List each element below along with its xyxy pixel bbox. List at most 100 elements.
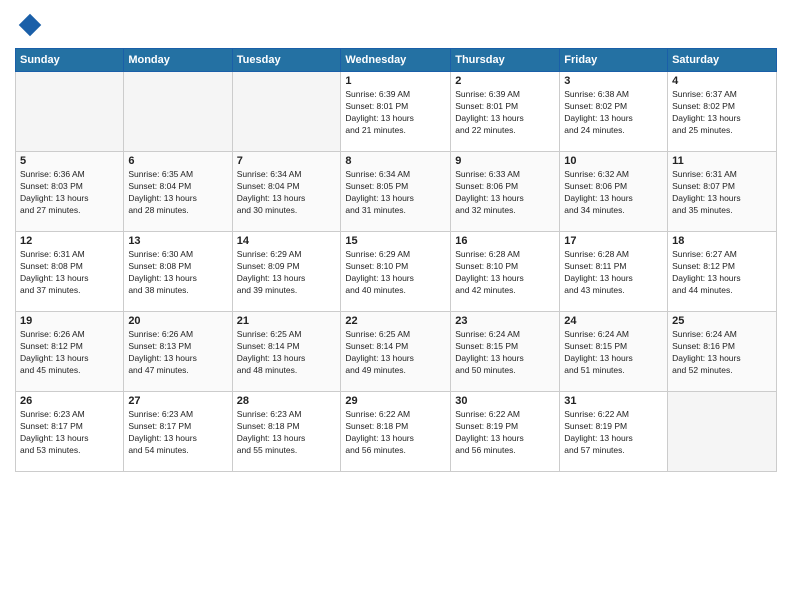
- calendar-cell: 11 Sunrise: 6:31 AM Sunset: 8:07 PM Dayli…: [668, 152, 777, 232]
- calendar-cell: 7Sunrise: 6:34 AM Sunset: 8:04 PM Daylig…: [232, 152, 341, 232]
- day-info: Sunrise: 6:39 AM Sunset: 8:01 PM Dayligh…: [345, 89, 446, 137]
- day-number: 11: [672, 155, 772, 167]
- day-number: 31: [564, 395, 663, 407]
- calendar-cell: 9 Sunrise: 6:33 AM Sunset: 8:06 PM Daylig…: [451, 152, 560, 232]
- day-info: Sunrise: 6:25 AM Sunset: 8:14 PM Dayligh…: [237, 329, 337, 377]
- calendar-week-row: 19 Sunrise: 6:26 AM Sunset: 8:12 PM Dayli…: [16, 312, 777, 392]
- day-number: 17: [564, 235, 663, 247]
- day-number: 4: [672, 75, 772, 87]
- calendar-cell: 28Sunrise: 6:23 AM Sunset: 8:18 PM Dayli…: [232, 392, 341, 472]
- day-info: Sunrise: 6:33 AM Sunset: 8:06 PM Dayligh…: [455, 169, 555, 217]
- weekday-row: SundayMondayTuesdayWednesdayThursdayFrid…: [16, 49, 777, 72]
- day-number: 12: [20, 235, 119, 247]
- calendar-cell: 30 Sunrise: 6:22 AM Sunset: 8:19 PM Dayli…: [451, 392, 560, 472]
- day-info: Sunrise: 6:30 AM Sunset: 8:08 PM Dayligh…: [128, 249, 227, 297]
- calendar-cell: 21Sunrise: 6:25 AM Sunset: 8:14 PM Dayli…: [232, 312, 341, 392]
- day-info: Sunrise: 6:34 AM Sunset: 8:05 PM Dayligh…: [345, 169, 446, 217]
- calendar-cell: 5 Sunrise: 6:36 AM Sunset: 8:03 PM Daylig…: [16, 152, 124, 232]
- day-info: Sunrise: 6:32 AM Sunset: 8:06 PM Dayligh…: [564, 169, 663, 217]
- day-number: 26: [20, 395, 119, 407]
- calendar-table: SundayMondayTuesdayWednesdayThursdayFrid…: [15, 48, 777, 472]
- day-number: 7: [237, 155, 337, 167]
- calendar-cell: 19 Sunrise: 6:26 AM Sunset: 8:12 PM Dayli…: [16, 312, 124, 392]
- day-info: Sunrise: 6:25 AM Sunset: 8:14 PM Dayligh…: [345, 329, 446, 377]
- day-number: 20: [128, 315, 227, 327]
- calendar-cell: 24 Sunrise: 6:24 AM Sunset: 8:15 PM Dayli…: [560, 312, 668, 392]
- weekday-header-tuesday: Tuesday: [232, 49, 341, 72]
- calendar-week-row: 12 Sunrise: 6:31 AM Sunset: 8:08 PM Dayli…: [16, 232, 777, 312]
- day-info: Sunrise: 6:26 AM Sunset: 8:13 PM Dayligh…: [128, 329, 227, 377]
- calendar-cell: 25 Sunrise: 6:24 AM Sunset: 8:16 PM Dayli…: [668, 312, 777, 392]
- day-info: Sunrise: 6:31 AM Sunset: 8:07 PM Dayligh…: [672, 169, 772, 217]
- day-info: Sunrise: 6:24 AM Sunset: 8:15 PM Dayligh…: [455, 329, 555, 377]
- calendar-cell: [668, 392, 777, 472]
- day-number: 1: [345, 75, 446, 87]
- calendar-cell: 27 Sunrise: 6:23 AM Sunset: 8:17 PM Dayli…: [124, 392, 232, 472]
- day-number: 13: [128, 235, 227, 247]
- calendar-cell: 17 Sunrise: 6:28 AM Sunset: 8:11 PM Dayli…: [560, 232, 668, 312]
- day-number: 5: [20, 155, 119, 167]
- day-info: Sunrise: 6:29 AM Sunset: 8:10 PM Dayligh…: [345, 249, 446, 297]
- day-number: 22: [345, 315, 446, 327]
- calendar-cell: 31 Sunrise: 6:22 AM Sunset: 8:19 PM Dayli…: [560, 392, 668, 472]
- calendar-week-row: 26 Sunrise: 6:23 AM Sunset: 8:17 PM Dayli…: [16, 392, 777, 472]
- weekday-header-monday: Monday: [124, 49, 232, 72]
- day-info: Sunrise: 6:26 AM Sunset: 8:12 PM Dayligh…: [20, 329, 119, 377]
- day-number: 9: [455, 155, 555, 167]
- calendar-week-row: 5 Sunrise: 6:36 AM Sunset: 8:03 PM Daylig…: [16, 152, 777, 232]
- calendar-cell: 1 Sunrise: 6:39 AM Sunset: 8:01 PM Daylig…: [341, 72, 451, 152]
- weekday-header-sunday: Sunday: [16, 49, 124, 72]
- day-info: Sunrise: 6:23 AM Sunset: 8:18 PM Dayligh…: [237, 409, 337, 457]
- calendar-cell: 18 Sunrise: 6:27 AM Sunset: 8:12 PM Dayli…: [668, 232, 777, 312]
- day-info: Sunrise: 6:24 AM Sunset: 8:15 PM Dayligh…: [564, 329, 663, 377]
- day-info: Sunrise: 6:22 AM Sunset: 8:18 PM Dayligh…: [345, 409, 446, 457]
- day-number: 14: [237, 235, 337, 247]
- day-info: Sunrise: 6:24 AM Sunset: 8:16 PM Dayligh…: [672, 329, 772, 377]
- day-number: 3: [564, 75, 663, 87]
- logo: [15, 10, 49, 40]
- day-number: 30: [455, 395, 555, 407]
- calendar-body: 1 Sunrise: 6:39 AM Sunset: 8:01 PM Daylig…: [16, 72, 777, 472]
- calendar-cell: 4 Sunrise: 6:37 AM Sunset: 8:02 PM Daylig…: [668, 72, 777, 152]
- weekday-header-wednesday: Wednesday: [341, 49, 451, 72]
- calendar-cell: 20 Sunrise: 6:26 AM Sunset: 8:13 PM Dayli…: [124, 312, 232, 392]
- day-info: Sunrise: 6:22 AM Sunset: 8:19 PM Dayligh…: [455, 409, 555, 457]
- page-container: SundayMondayTuesdayWednesdayThursdayFrid…: [0, 0, 792, 482]
- logo-icon: [15, 10, 45, 40]
- weekday-header-thursday: Thursday: [451, 49, 560, 72]
- day-number: 8: [345, 155, 446, 167]
- calendar-cell: 3 Sunrise: 6:38 AM Sunset: 8:02 PM Daylig…: [560, 72, 668, 152]
- day-number: 29: [345, 395, 446, 407]
- day-info: Sunrise: 6:31 AM Sunset: 8:08 PM Dayligh…: [20, 249, 119, 297]
- day-number: 27: [128, 395, 227, 407]
- day-info: Sunrise: 6:22 AM Sunset: 8:19 PM Dayligh…: [564, 409, 663, 457]
- calendar-cell: 16Sunrise: 6:28 AM Sunset: 8:10 PM Dayli…: [451, 232, 560, 312]
- day-info: Sunrise: 6:28 AM Sunset: 8:11 PM Dayligh…: [564, 249, 663, 297]
- day-number: 10: [564, 155, 663, 167]
- day-number: 15: [345, 235, 446, 247]
- calendar-cell: 15 Sunrise: 6:29 AM Sunset: 8:10 PM Dayli…: [341, 232, 451, 312]
- day-number: 16: [455, 235, 555, 247]
- calendar-cell: [16, 72, 124, 152]
- calendar-cell: 29 Sunrise: 6:22 AM Sunset: 8:18 PM Dayli…: [341, 392, 451, 472]
- calendar-cell: 10 Sunrise: 6:32 AM Sunset: 8:06 PM Dayli…: [560, 152, 668, 232]
- calendar-cell: 22 Sunrise: 6:25 AM Sunset: 8:14 PM Dayli…: [341, 312, 451, 392]
- weekday-header-saturday: Saturday: [668, 49, 777, 72]
- day-info: Sunrise: 6:38 AM Sunset: 8:02 PM Dayligh…: [564, 89, 663, 137]
- day-info: Sunrise: 6:36 AM Sunset: 8:03 PM Dayligh…: [20, 169, 119, 217]
- day-number: 2: [455, 75, 555, 87]
- day-number: 6: [128, 155, 227, 167]
- calendar-cell: 23Sunrise: 6:24 AM Sunset: 8:15 PM Dayli…: [451, 312, 560, 392]
- day-number: 24: [564, 315, 663, 327]
- calendar-cell: 14Sunrise: 6:29 AM Sunset: 8:09 PM Dayli…: [232, 232, 341, 312]
- day-info: Sunrise: 6:23 AM Sunset: 8:17 PM Dayligh…: [20, 409, 119, 457]
- calendar-cell: 26 Sunrise: 6:23 AM Sunset: 8:17 PM Dayli…: [16, 392, 124, 472]
- day-number: 19: [20, 315, 119, 327]
- day-number: 18: [672, 235, 772, 247]
- day-info: Sunrise: 6:27 AM Sunset: 8:12 PM Dayligh…: [672, 249, 772, 297]
- day-number: 25: [672, 315, 772, 327]
- weekday-header-friday: Friday: [560, 49, 668, 72]
- day-info: Sunrise: 6:23 AM Sunset: 8:17 PM Dayligh…: [128, 409, 227, 457]
- day-info: Sunrise: 6:37 AM Sunset: 8:02 PM Dayligh…: [672, 89, 772, 137]
- day-info: Sunrise: 6:39 AM Sunset: 8:01 PM Dayligh…: [455, 89, 555, 137]
